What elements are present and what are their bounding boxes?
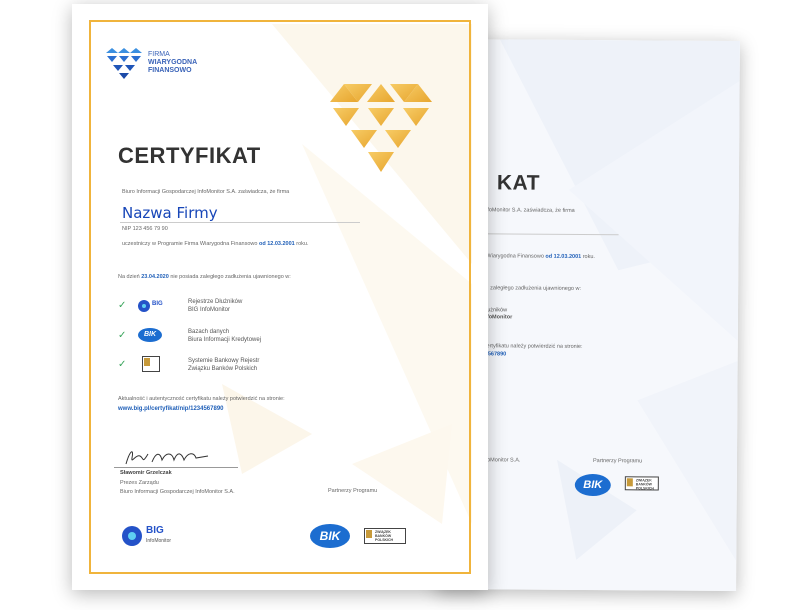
registry-item-zbp: Systemie Bankowy Rejestr Związku Banków P…	[188, 358, 260, 372]
back-partners-label: Partnerzy Programu	[592, 458, 643, 465]
check-icon: ✓	[118, 330, 127, 341]
registry-item-bik: Bazach danych Biura Informacji Kredytowej	[188, 329, 262, 343]
gold-diamond-icon	[330, 84, 432, 172]
back-bik-logo: BIK	[574, 473, 611, 497]
signer-org: Biuro Informacji Gospodarczej InfoMonito…	[120, 489, 235, 495]
footer-bik-logo: BIK	[310, 524, 350, 548]
signer-role: Prezes Zarządu	[120, 480, 159, 486]
front-certificate-sheet: FIRMA WIARYGODNA FINANSOWO CERTYFIKAT Bi…	[72, 4, 488, 590]
check-icon: ✓	[118, 359, 127, 370]
signature-line	[114, 467, 238, 468]
nip-text: NIP 123 456 79 90	[122, 226, 168, 232]
attest-text: Biuro Informacji Gospodarczej InfoMonito…	[122, 189, 290, 195]
bik-logo-icon: BIK	[138, 328, 162, 342]
footer-zbp-logo: ZWIĄZEK BANKÓW POLSKICH	[364, 528, 406, 544]
check-icon: ✓	[118, 300, 127, 311]
footer-big-icon	[122, 526, 142, 546]
signature-image	[125, 451, 209, 465]
company-name: Nazwa Firmy	[122, 204, 218, 222]
back-verify-text: certyfikatu należy potwierdzić na stroni…	[483, 343, 583, 350]
footer-big-logo: BIG InfoMonitor	[146, 525, 172, 545]
back-participation-text: Wiarygodna Finansowo od 12.03.2001 roku.	[486, 253, 595, 261]
back-zbp-logo: ZWIĄZEK BANKÓW POLSKICH	[624, 476, 659, 491]
verify-text: Aktualność i autentyczność certyfikatu n…	[118, 396, 285, 402]
name-underline	[120, 222, 360, 223]
certificate-title: CERTYFIKAT	[118, 143, 261, 168]
participation-text: uczestniczy w Programie Firma Wiarygodna…	[122, 241, 309, 247]
signer-name: Sławomir Grzelczak	[120, 470, 172, 476]
back-status-text: zaległego zadłużenia ujawnionego w:	[490, 285, 582, 292]
big-logo-icon	[138, 300, 150, 312]
registry-item-big: Rejestrze Dłużników BIG InfoMonitor	[188, 299, 243, 313]
partners-label: Partnerzy Programu	[328, 488, 378, 494]
diamond-logo-icon	[106, 48, 142, 79]
verify-url[interactable]: www.big.pl/certyfikat/nip/1234567890	[118, 406, 224, 412]
back-attest-text: InfoMonitor S.A. zaświadcza, że firma	[482, 207, 575, 214]
program-logo-text: FIRMA WIARYGODNA FINANSOWO	[148, 51, 198, 74]
zbp-logo-icon	[142, 356, 160, 372]
back-title: KAT	[496, 171, 541, 195]
status-text: Na dzień 23.04.2020 nie posiada zaległeg…	[118, 274, 291, 280]
big-logo-text: BIG	[152, 301, 163, 307]
